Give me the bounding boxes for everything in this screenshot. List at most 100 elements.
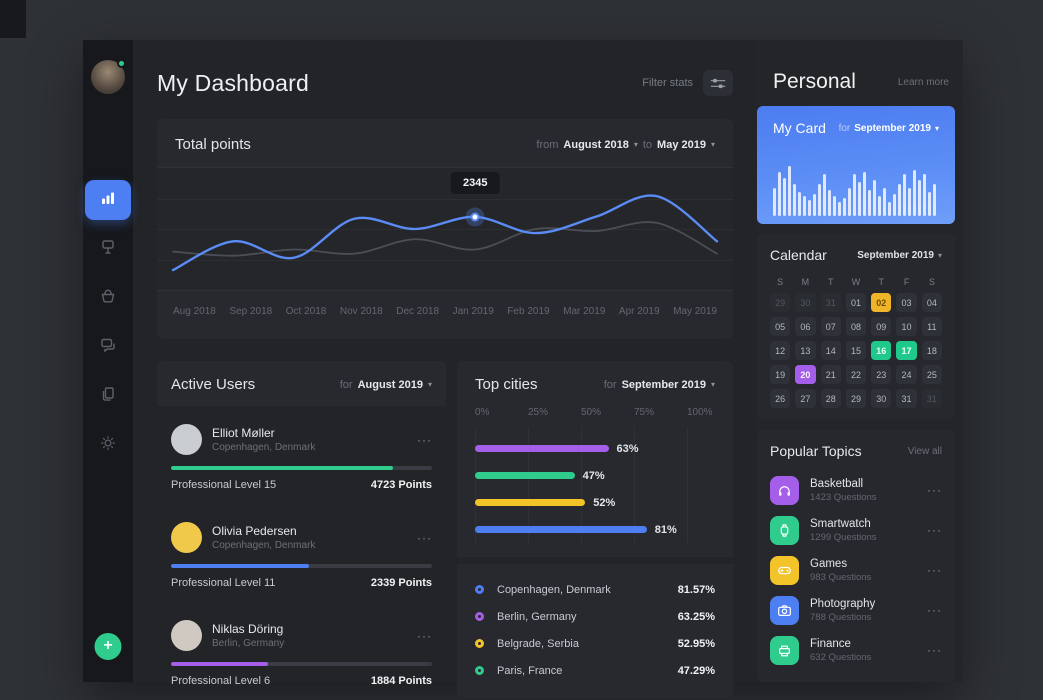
from-dropdown[interactable]: August 2018 [563,139,628,151]
legend-value: 52.95% [678,638,715,650]
calendar-day[interactable]: 31 [922,389,942,408]
weekday-label: F [896,274,916,291]
sidebar-item[interactable] [85,229,131,269]
filter-stats-button[interactable] [703,70,733,96]
calendar-day[interactable]: 20 [795,365,815,384]
total-points-card: Total points from August 2018 ▾ to May 2… [157,119,733,339]
chevron-down-icon[interactable]: ▾ [711,380,715,389]
activity-bar [898,184,901,216]
calendar-day[interactable]: 31 [896,389,916,408]
activity-bar [843,198,846,216]
calendar-day[interactable]: 17 [896,341,916,360]
city-bar[interactable] [475,526,647,533]
more-options-icon[interactable]: ··· [417,629,432,643]
activity-bar [798,192,801,216]
more-options-icon[interactable]: ··· [417,433,432,447]
sidebar-item[interactable] [85,180,131,220]
legend-ring-icon [475,666,484,675]
calendar-grid: 29 30 31 01 02 03 04 05 06 07 08 09 10 11 12 13 14 15 16 17… [770,293,942,408]
chevron-down-icon[interactable]: ▾ [938,251,942,260]
user-avatar[interactable] [91,60,125,94]
topic-name: Basketball [810,478,927,490]
sidebar-icon [99,336,117,359]
sidebar-item[interactable] [85,376,131,416]
sidebar: + [83,40,133,682]
topic-row[interactable]: Photography 788 Questions ··· [770,590,942,630]
axis-tick-label: 100% [687,407,713,418]
chevron-down-icon[interactable]: ▾ [634,140,638,149]
user-tile: Olivia Pedersen Copenhagen, Denmark ··· … [157,511,446,602]
calendar-day[interactable]: 12 [770,341,790,360]
calendar-day[interactable]: 09 [871,317,891,336]
more-options-icon[interactable]: ··· [927,643,942,657]
to-dropdown[interactable]: May 2019 [657,139,706,151]
activity-bar [928,192,931,216]
topic-row[interactable]: Games 983 Questions ··· [770,550,942,590]
calendar-day[interactable]: 25 [922,365,942,384]
user-name: Elliot Møller [212,426,417,440]
sidebar-item[interactable] [85,327,131,367]
highlighted-data-point[interactable] [471,212,480,221]
more-options-icon[interactable]: ··· [417,531,432,545]
calendar-day[interactable]: 24 [896,365,916,384]
calendar-day[interactable]: 06 [795,317,815,336]
topic-row[interactable]: Basketball 1423 Questions ··· [770,470,942,510]
calendar-day[interactable]: 08 [846,317,866,336]
more-options-icon[interactable]: ··· [927,483,942,497]
calendar-day[interactable]: 10 [896,317,916,336]
calendar-day[interactable]: 23 [871,365,891,384]
topic-icon [770,556,799,585]
calendar-day[interactable]: 16 [871,341,891,360]
calendar-weekdays: SMTWTFS [770,274,942,291]
sidebar-item[interactable] [85,278,131,318]
calendar-day[interactable]: 22 [846,365,866,384]
city-bar[interactable] [475,499,585,506]
legend-value: 81.57% [678,584,715,596]
period-dropdown[interactable]: August 2019 [358,379,423,391]
calendar-day[interactable]: 26 [770,389,790,408]
calendar-day[interactable]: 21 [821,365,841,384]
city-bar[interactable] [475,445,609,452]
topic-row[interactable]: Finance 632 Questions ··· [770,630,942,670]
calendar-day[interactable]: 30 [871,389,891,408]
period-dropdown[interactable]: September 2019 [622,379,706,391]
sidebar-item[interactable] [85,425,131,465]
more-options-icon[interactable]: ··· [927,603,942,617]
calendar-day[interactable]: 11 [922,317,942,336]
calendar-day[interactable]: 14 [821,341,841,360]
view-all-link[interactable]: View all [908,446,942,457]
calendar-day[interactable]: 05 [770,317,790,336]
chevron-down-icon[interactable]: ▾ [935,124,939,133]
chevron-down-icon[interactable]: ▾ [711,140,715,149]
period-dropdown[interactable]: September 2019 [857,250,934,261]
calendar-day[interactable]: 18 [922,341,942,360]
period-dropdown[interactable]: September 2019 [854,123,931,134]
learn-more-link[interactable]: Learn more [898,77,949,88]
calendar-day[interactable]: 30 [795,293,815,312]
calendar-day[interactable]: 29 [770,293,790,312]
calendar-day[interactable]: 01 [846,293,866,312]
calendar-day[interactable]: 27 [795,389,815,408]
my-card[interactable]: My Card for September 2019 ▾ [757,106,955,224]
calendar-day[interactable]: 04 [922,293,942,312]
add-button[interactable]: + [95,633,122,660]
calendar-day[interactable]: 07 [821,317,841,336]
topic-row[interactable]: Smartwatch 1299 Questions ··· [770,510,942,550]
calendar-day[interactable]: 02 [871,293,891,312]
calendar-day[interactable]: 29 [846,389,866,408]
legend-city: Berlin, Germany [497,611,678,623]
bar-row: 52% [475,489,687,516]
calendar-day[interactable]: 15 [846,341,866,360]
chevron-down-icon[interactable]: ▾ [428,380,432,389]
calendar-day[interactable]: 31 [821,293,841,312]
more-options-icon[interactable]: ··· [927,563,942,577]
more-options-icon[interactable]: ··· [927,523,942,537]
calendar-day[interactable]: 28 [821,389,841,408]
calendar-day[interactable]: 03 [896,293,916,312]
topic-name: Finance [810,638,927,650]
city-bar[interactable] [475,472,575,479]
activity-bar [803,196,806,216]
calendar-day[interactable]: 13 [795,341,815,360]
line-chart[interactable]: 2345 [157,167,733,291]
calendar-day[interactable]: 19 [770,365,790,384]
